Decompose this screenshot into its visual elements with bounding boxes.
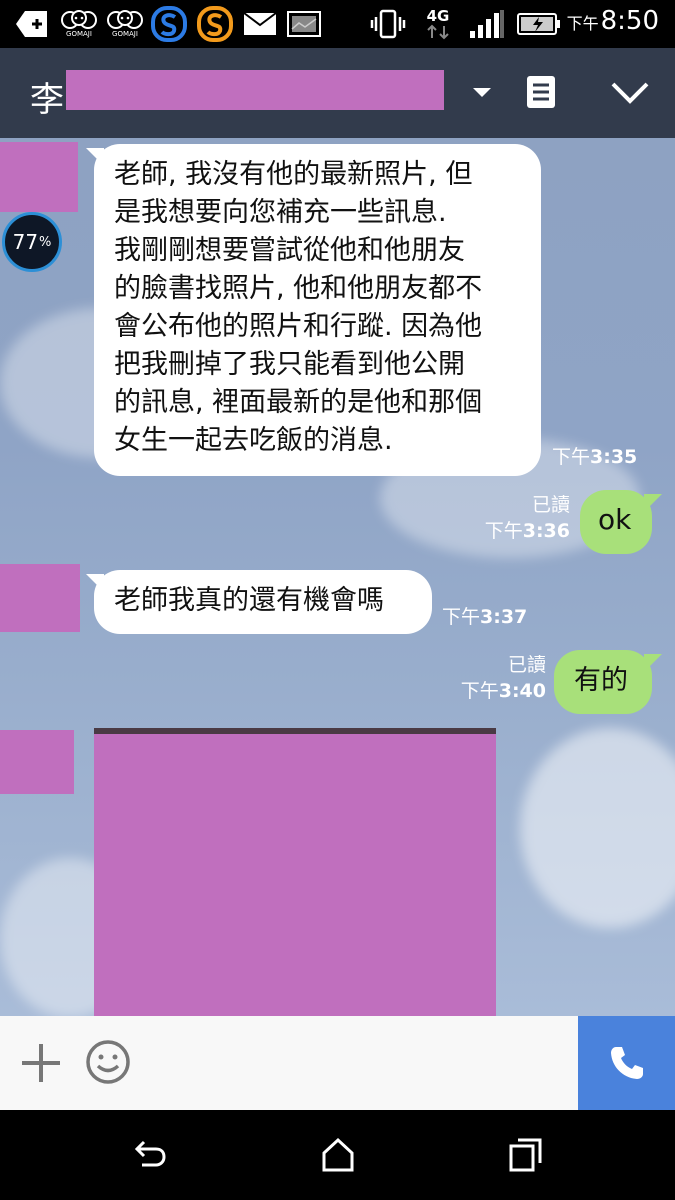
chat-area[interactable]: 77% 老師, 我沒有他的最新照片, 但 是我想要向您補充一些訊息. 我剛剛想要… xyxy=(0,138,675,1016)
message-bubble-outgoing[interactable]: 有的 xyxy=(554,650,662,714)
input-bar xyxy=(0,1016,675,1110)
nav-bar xyxy=(0,1110,675,1200)
emoji-icon[interactable] xyxy=(84,1038,132,1086)
bubble-tail xyxy=(86,574,104,592)
phone-icon xyxy=(610,1047,643,1079)
message-text: 有的 xyxy=(574,665,628,696)
avatar[interactable] xyxy=(0,730,74,794)
message-line: 的臉書找照片, 他和他朋友都不 xyxy=(114,273,483,304)
message-line: 老師, 我沒有他的最新照片, 但 xyxy=(114,159,473,190)
read-receipt: 已讀 xyxy=(531,494,570,516)
bubble-tail xyxy=(86,148,104,166)
chat-title[interactable]: 李 xyxy=(30,72,64,121)
add-icon xyxy=(14,8,50,40)
message-line: 會公布他的照片和行蹤. 因為他 xyxy=(114,311,483,342)
dropdown-icon[interactable] xyxy=(470,80,494,104)
image-icon xyxy=(286,8,322,40)
bubble-tail xyxy=(644,494,662,512)
message-meta: 已讀 下午3:36 xyxy=(480,492,570,544)
back-icon[interactable] xyxy=(132,1137,168,1173)
redacted-name xyxy=(66,70,444,110)
vibrate-icon xyxy=(370,8,406,40)
progress-badge: 77% xyxy=(2,212,62,272)
message-bubble-incoming[interactable]: 老師, 我沒有他的最新照片, 但 是我想要向您補充一些訊息. 我剛剛想要嘗試從他… xyxy=(86,144,541,476)
gomaji-icon: GOMAJI xyxy=(58,8,100,40)
message-line: 我剛剛想要嘗試從他和他朋友 xyxy=(114,235,465,266)
message-line: 女生一起去吃飯的消息. xyxy=(114,425,393,456)
signal-icon xyxy=(468,8,506,40)
message-text: 老師我真的還有機會嗎 xyxy=(114,585,384,616)
gomaji-icon: GOMAJI xyxy=(104,8,146,40)
recents-icon[interactable] xyxy=(508,1137,544,1173)
home-icon[interactable] xyxy=(320,1137,356,1173)
avatar[interactable] xyxy=(0,564,80,632)
message-line: 的訊息, 裡面最新的是他和那個 xyxy=(114,387,483,418)
message-bubble-incoming[interactable]: 老師我真的還有機會嗎 xyxy=(86,570,432,634)
message-line: 把我刪掉了我只能看到他公開 xyxy=(114,349,465,380)
call-button[interactable] xyxy=(578,1016,675,1110)
message-line: 是我想要向您補充一些訊息. xyxy=(114,197,447,228)
battery-charging-icon xyxy=(516,8,562,40)
s-app-icon xyxy=(196,6,234,42)
mail-icon xyxy=(242,8,278,40)
message-timestamp: 下午3:35 xyxy=(552,446,638,468)
photo-message[interactable] xyxy=(94,728,496,1016)
message-meta: 已讀 下午3:40 xyxy=(456,652,546,704)
background-cloud xyxy=(520,728,675,928)
message-bubble-outgoing[interactable]: ok xyxy=(580,490,662,554)
read-receipt: 已讀 xyxy=(507,654,546,676)
bubble-tail xyxy=(644,654,662,672)
notes-icon[interactable] xyxy=(525,74,557,110)
chevron-down-icon[interactable] xyxy=(610,78,650,108)
network-4g-icon: 4G xyxy=(420,8,456,40)
plus-icon[interactable] xyxy=(18,1040,64,1086)
photo-edge xyxy=(94,728,496,734)
message-timestamp: 下午3:37 xyxy=(442,606,528,628)
avatar[interactable] xyxy=(0,142,78,212)
s-app-icon xyxy=(150,6,188,42)
status-bar: GOMAJI GOMAJI 4G 下午 8:50 xyxy=(0,0,675,48)
chat-header: 李 xyxy=(0,48,675,138)
status-time: 下午 8:50 xyxy=(566,6,659,36)
message-text: ok xyxy=(598,503,632,536)
